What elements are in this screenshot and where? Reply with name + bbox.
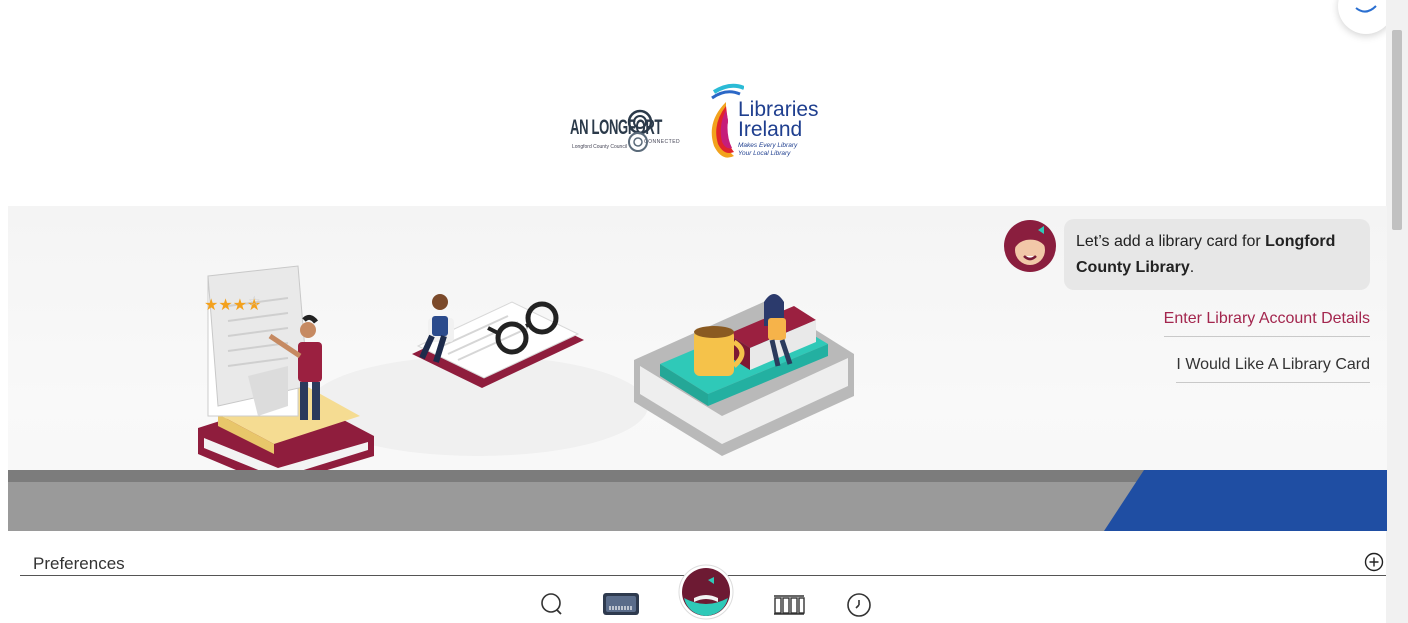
request-library-card-option[interactable]: I Would Like A Library Card: [1176, 356, 1370, 383]
longford-council-logo: AN LONGFORT Longford County Council CONN…: [566, 98, 706, 158]
header-logos: AN LONGFORT Longford County Council CONN…: [566, 82, 846, 172]
library-icon[interactable]: [772, 592, 806, 616]
expand-plus-icon[interactable]: [1364, 552, 1384, 572]
tagline-line-1: Makes Every Library: [738, 142, 798, 149]
scrollbar-thumb[interactable]: [1392, 30, 1402, 230]
chat-message-text: Let’s add a library card for: [1076, 233, 1266, 250]
libby-face-icon: [1004, 220, 1056, 272]
home-libby-icon[interactable]: [678, 564, 734, 620]
app-page: AN LONGFORT Longford County Council CONN…: [0, 0, 1408, 623]
chat-message: Let’s add a library card for Longford Co…: [1064, 219, 1370, 290]
tagline-line-2: Your Local Library: [738, 150, 791, 157]
svg-text:☆: ☆: [248, 293, 261, 309]
chat-message-end: .: [1189, 259, 1195, 276]
council-subtitle: Longford County Council: [572, 144, 628, 150]
scrollbar[interactable]: [1386, 0, 1408, 623]
hero-band-blue: [1104, 470, 1387, 531]
preferences-label: Preferences: [33, 554, 125, 573]
ireland-wordmark: Ireland: [738, 118, 803, 141]
spiral-icon: [627, 109, 653, 152]
bottom-navigation: [0, 564, 1408, 623]
right-book-stack: [634, 294, 854, 456]
chat-icon: [1355, 5, 1377, 13]
clock-icon[interactable]: [846, 592, 872, 618]
libby-avatar: [1004, 220, 1056, 272]
enter-account-details-option[interactable]: Enter Library Account Details: [1163, 310, 1370, 337]
search-icon[interactable]: [540, 592, 566, 618]
shelf-icon[interactable]: [602, 592, 640, 616]
libraries-ireland-logo: Libraries Ireland Makes Every Library Yo…: [704, 82, 844, 172]
